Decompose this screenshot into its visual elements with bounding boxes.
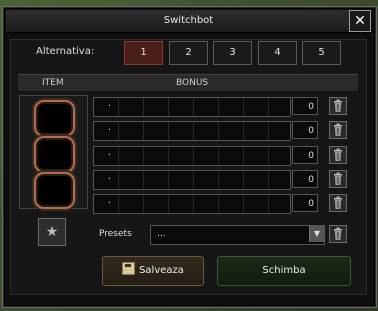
floppy-disk-icon <box>122 262 136 275</box>
trash-icon <box>334 148 342 161</box>
bonus-name: . <box>108 196 111 206</box>
bonus-row: . 0 <box>93 146 348 166</box>
bonus-row: . 0 <box>93 97 348 117</box>
bonus-value-input[interactable]: 0 <box>292 170 318 188</box>
alternative-tab-4[interactable]: 4 <box>258 41 297 65</box>
bonus-name: . <box>108 172 111 182</box>
item-socket-bottom[interactable] <box>34 172 75 209</box>
bonus-row: . 0 <box>93 170 348 190</box>
presets-delete-button[interactable] <box>329 225 347 243</box>
presets-label: Presets <box>99 229 132 239</box>
bonus-column-label: BONUS <box>176 78 209 88</box>
item-slot[interactable]: ★ <box>38 218 66 246</box>
close-button[interactable]: ✕ <box>349 10 371 32</box>
bonus-select[interactable]: . <box>93 97 291 117</box>
trash-button[interactable] <box>329 146 347 164</box>
bonus-value-input[interactable]: 0 <box>292 121 318 139</box>
change-button-label: Schimba <box>262 265 306 276</box>
trash-icon <box>334 123 342 136</box>
alternative-tab-2[interactable]: 2 <box>169 41 208 65</box>
trash-button[interactable] <box>329 194 347 212</box>
alternative-label: Alternativa: <box>36 46 95 57</box>
bonus-select[interactable]: . <box>93 194 291 214</box>
bonus-select[interactable]: . <box>93 170 291 190</box>
close-icon: ✕ <box>354 13 366 29</box>
bonus-value-input[interactable]: 0 <box>292 194 318 212</box>
trash-icon <box>334 172 342 185</box>
chevron-down-icon[interactable]: ▼ <box>309 226 324 242</box>
trash-icon <box>334 196 342 209</box>
trash-icon <box>334 99 342 112</box>
bonus-row: . 0 <box>93 121 348 141</box>
bonus-select[interactable]: . <box>93 121 291 141</box>
item-socket-panel <box>19 95 88 209</box>
item-column-label: ITEM <box>42 78 64 88</box>
bonus-row: . 0 <box>93 194 348 214</box>
bonus-name: . <box>108 148 111 158</box>
alternative-tab-5[interactable]: 5 <box>302 41 341 65</box>
trash-button[interactable] <box>329 121 347 139</box>
item-socket-top[interactable] <box>34 100 75 137</box>
bonus-name: . <box>108 123 111 133</box>
item-socket-middle[interactable] <box>34 136 75 173</box>
bonus-select[interactable]: . <box>93 146 291 166</box>
save-button[interactable]: Salveaza <box>102 256 204 286</box>
bonus-value-input[interactable]: 0 <box>292 97 318 115</box>
save-button-label: Salveaza <box>139 265 184 276</box>
column-header: ITEM BONUS <box>18 74 358 92</box>
star-icon: ★ <box>45 224 59 240</box>
alternative-tab-1[interactable]: 1 <box>124 41 163 65</box>
trash-button[interactable] <box>329 170 347 188</box>
presets-selected-value: ... <box>157 229 166 239</box>
title-bar[interactable]: Switchbot ✕ <box>6 10 371 33</box>
change-button[interactable]: Schimba <box>217 256 351 286</box>
trash-icon <box>334 227 342 240</box>
bonus-name: . <box>108 99 111 109</box>
bonus-value-input[interactable]: 0 <box>292 146 318 164</box>
trash-button[interactable] <box>329 97 347 115</box>
alternative-tab-3[interactable]: 3 <box>213 41 252 65</box>
window-title: Switchbot <box>163 15 214 26</box>
presets-dropdown[interactable]: ... ▼ <box>150 225 325 245</box>
